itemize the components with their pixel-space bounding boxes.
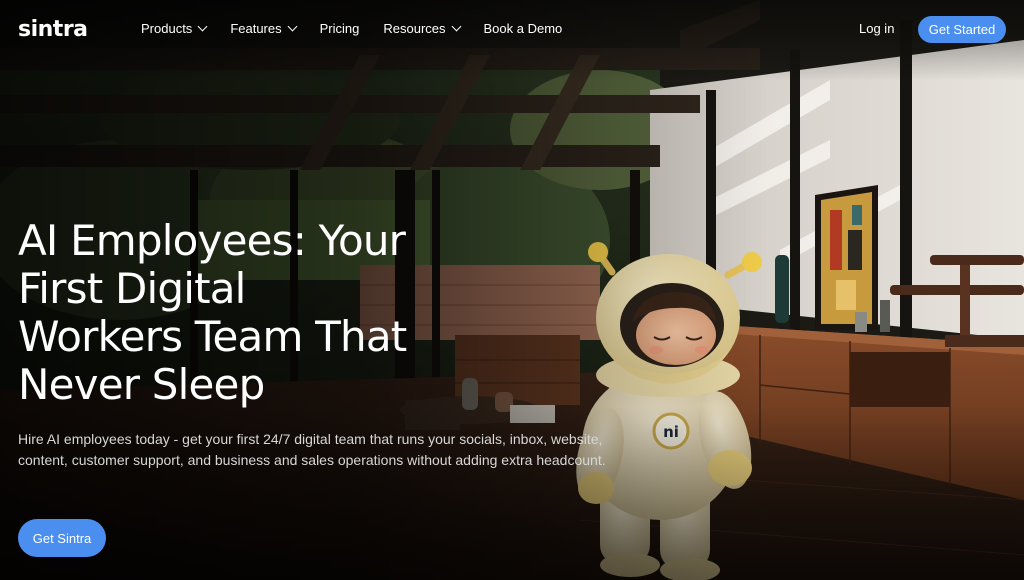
nav-item-label: Pricing [319, 21, 360, 36]
get-started-button[interactable]: Get Started [918, 16, 1006, 43]
headline-line: AI Employees: Your [18, 216, 406, 265]
brand-logo[interactable]: sintra [18, 17, 88, 42]
login-link[interactable]: Log in [859, 21, 894, 36]
nav-item-book-demo[interactable]: Book a Demo [484, 21, 563, 36]
nav-item-label: Products [141, 21, 193, 36]
nav-item-label: Book a Demo [483, 21, 563, 36]
top-navigation: sintra Products Features Pricing Resourc… [0, 0, 1024, 58]
headline-line: Workers Team That [18, 312, 407, 361]
nav-item-products[interactable]: Products [141, 21, 208, 36]
nav-item-pricing[interactable]: Pricing [320, 21, 360, 36]
nav-links: Products Features Pricing Resources Book… [141, 21, 586, 36]
chevron-down-icon [287, 21, 298, 32]
chevron-down-icon [451, 21, 461, 32]
headline-line: Never Sleep [18, 360, 265, 409]
nav-item-features[interactable]: Features [230, 21, 298, 36]
chevron-down-icon [197, 21, 208, 32]
headline-line: First Digital [18, 264, 246, 313]
hero-subtext: Hire AI employees today - get your first… [18, 431, 606, 468]
get-sintra-button[interactable]: Get Sintra [18, 519, 106, 557]
nav-item-label: Features [230, 21, 282, 36]
nav-item-resources[interactable]: Resources [383, 21, 461, 36]
nav-item-label: Resources [383, 21, 446, 36]
hero-section: ni sintra [0, 0, 1024, 580]
hero-headline: AI Employees: Your First Digital Workers… [18, 217, 438, 409]
